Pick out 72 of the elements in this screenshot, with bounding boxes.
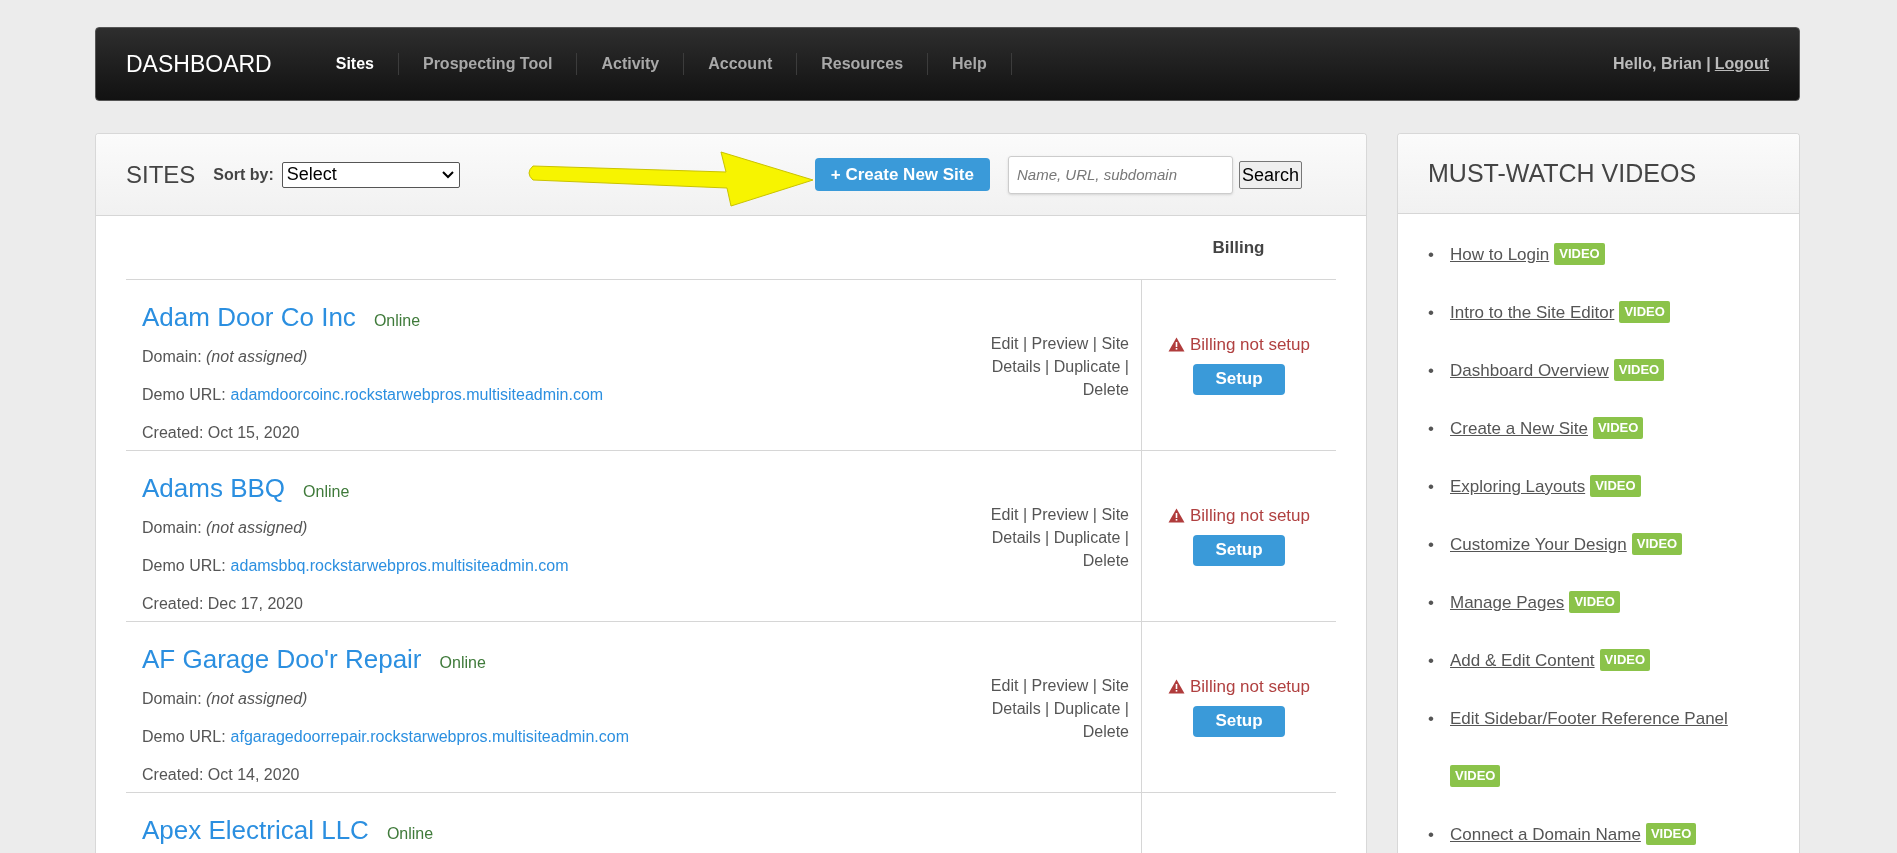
video-link[interactable]: Add & Edit Content bbox=[1450, 651, 1595, 670]
chevron-down-icon bbox=[440, 169, 455, 180]
bullet-text: • bbox=[1428, 360, 1435, 382]
status-text: Online bbox=[386, 824, 434, 844]
warning-icon bbox=[1168, 679, 1185, 695]
search-field[interactable]: Name, URL, subdomain bbox=[1007, 155, 1233, 194]
bullet-text: • bbox=[1428, 418, 1435, 440]
created-date: Created: Oct 14, 2020 bbox=[142, 765, 301, 785]
billing-status-text: Billing not setup bbox=[1190, 334, 1310, 356]
bullet-text: • bbox=[1428, 650, 1435, 672]
bullet-text: • bbox=[1428, 824, 1435, 846]
video-badge: VIDEO bbox=[1599, 648, 1651, 671]
action-links[interactable]: Edit | Preview | Site Details | Duplicate | Delete bbox=[981, 332, 1129, 401]
video-badge: VIDEO bbox=[1554, 242, 1605, 265]
panel-title: SITES bbox=[126, 159, 196, 190]
video-link[interactable]: Edit Sidebar/Footer Reference Panel bbox=[1450, 709, 1728, 728]
video-badge: VIDEO bbox=[1569, 590, 1620, 613]
column-header: Billing bbox=[1212, 237, 1265, 257]
demo-url-link[interactable]: adamsbbq.rockstarwebpros.multisiteadmin.com bbox=[230, 554, 569, 578]
video-link[interactable]: Manage Pages bbox=[1450, 593, 1565, 612]
greeting-text: Hello, Brian | bbox=[1612, 54, 1711, 74]
action-links[interactable]: Edit | Preview | Site Details | Duplicate | Delete bbox=[981, 503, 1129, 572]
status-text: Online bbox=[303, 482, 350, 502]
demo-url-label: Demo URL: bbox=[142, 385, 226, 405]
video-link[interactable]: Customize Your Design bbox=[1450, 535, 1627, 554]
video-link[interactable]: Create a New Site bbox=[1450, 419, 1588, 438]
created-date: Created: Oct 15, 2020 bbox=[142, 423, 301, 443]
video-link[interactable]: How to Login bbox=[1450, 245, 1550, 264]
nav-tab[interactable]: Activity bbox=[577, 52, 684, 76]
bullet-text: • bbox=[1428, 534, 1435, 556]
video-link[interactable]: Intro to the Site Editor bbox=[1450, 303, 1615, 322]
action-links[interactable]: Edit | Preview | Site Details | Duplicate | Delete bbox=[981, 674, 1129, 743]
nav-tab[interactable]: Resources bbox=[797, 52, 928, 76]
demo-url-link[interactable]: afgaragedoorrepair.rockstarwebpros.multisiteadmin.com bbox=[230, 725, 629, 749]
video-badge: VIDEO bbox=[1450, 764, 1501, 787]
nav-tab[interactable]: Sites bbox=[311, 52, 398, 76]
billing-status-text: Billing not setup bbox=[1190, 505, 1310, 527]
status-text: Online bbox=[373, 311, 421, 331]
video-badge: VIDEO bbox=[1645, 822, 1697, 845]
warning-icon bbox=[1168, 337, 1185, 353]
domain-text: Domain: (not assigned) bbox=[142, 347, 309, 367]
nav-tab[interactable]: Help bbox=[928, 52, 1011, 76]
nav-tab[interactable]: Prospecting Tool bbox=[398, 52, 577, 76]
bullet-text: • bbox=[1428, 592, 1435, 614]
demo-url-label: Demo URL: bbox=[142, 556, 226, 576]
warning-icon bbox=[1168, 508, 1185, 524]
demo-url-link[interactable]: adamdoorcoinc.rockstarwebpros.multisiteadmin.com bbox=[230, 383, 604, 407]
brand-title: DASHBOARD bbox=[126, 49, 272, 79]
demo-url-label: Demo URL: bbox=[142, 727, 226, 747]
video-link[interactable]: Dashboard Overview bbox=[1450, 361, 1609, 380]
status-text: Online bbox=[439, 653, 486, 673]
domain-text: Domain: (not assigned) bbox=[142, 518, 309, 538]
panel-title: MUST-WATCH VIDEOS bbox=[1428, 157, 1697, 189]
video-badge: VIDEO bbox=[1592, 416, 1644, 439]
sort-dropdown[interactable]: Select bbox=[281, 161, 460, 188]
bullet-text: • bbox=[1428, 476, 1435, 498]
bullet-text: • bbox=[1428, 708, 1435, 730]
created-date: Created: Dec 17, 2020 bbox=[142, 594, 304, 614]
sort-label: Sort by: bbox=[213, 164, 274, 185]
logout-link[interactable]: Logout bbox=[1714, 52, 1769, 76]
video-badge: VIDEO bbox=[1590, 474, 1641, 497]
video-link[interactable]: Connect a Domain Name bbox=[1450, 825, 1641, 844]
billing-status-text: Billing not setup bbox=[1190, 676, 1310, 698]
video-badge: VIDEO bbox=[1613, 358, 1665, 381]
search-button[interactable]: Search bbox=[1238, 160, 1302, 189]
video-badge: VIDEO bbox=[1631, 532, 1683, 555]
video-badge: VIDEO bbox=[1619, 300, 1670, 323]
bullet-text: • bbox=[1428, 244, 1435, 266]
video-link[interactable]: Exploring Layouts bbox=[1450, 477, 1586, 496]
domain-text: Domain: (not assigned) bbox=[142, 689, 309, 709]
nav-tab[interactable]: Account bbox=[684, 52, 797, 76]
bullet-text: • bbox=[1428, 302, 1435, 324]
